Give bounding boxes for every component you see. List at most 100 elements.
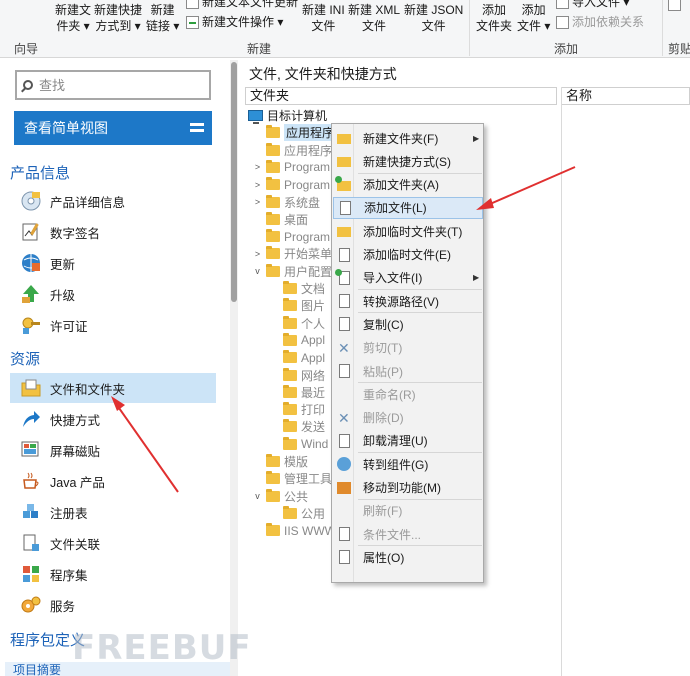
simple-view-button[interactable]: 查看简单视图 — [14, 111, 212, 145]
sidebar-item-assemblies[interactable]: 程序集 — [10, 559, 216, 589]
tree-row[interactable]: 网络 — [270, 367, 325, 384]
tree-row[interactable]: 管理工具 — [253, 470, 332, 487]
menu-item[interactable]: 属性(O) — [333, 546, 483, 568]
search-box[interactable] — [15, 70, 211, 100]
tree-row[interactable]: 打印 — [270, 401, 325, 418]
sidebar-item-license[interactable]: 许可证 — [10, 310, 216, 340]
tree-row[interactable]: 应用程序 — [253, 142, 332, 159]
sidebar-item-shortcuts[interactable]: 快捷方式 — [10, 404, 216, 434]
tree-row[interactable]: 个人 — [270, 315, 325, 332]
menu-item[interactable]: 转到组件(G) — [333, 453, 483, 475]
new-link-button[interactable]: 新建 链接 ▾ — [146, 2, 179, 34]
new-folder-button[interactable]: 新建文 件夹 ▾ — [55, 2, 91, 34]
search-input[interactable] — [39, 77, 189, 93]
folder-column-header[interactable]: 文件夹 — [245, 87, 557, 105]
tree-row[interactable]: Program — [253, 228, 330, 245]
add-folder-button[interactable]: 添加 文件夹 — [476, 2, 512, 34]
folder-icon-part — [337, 134, 351, 144]
tree-row-label: Appl — [301, 333, 326, 348]
new-shortcut-button[interactable]: 新建快捷 方式到 ▾ — [94, 2, 142, 34]
add-file-button[interactable]: 添加 文件 ▾ — [517, 2, 550, 34]
add-dependency-button[interactable]: 添加依赖关系 — [556, 14, 644, 30]
tree-row[interactable]: 文档 — [270, 280, 325, 297]
expand-chevron-icon[interactable]: > — [253, 197, 262, 207]
menu-item[interactable]: 导入文件(I) ▶ — [333, 267, 483, 289]
tree-row[interactable]: 图片 — [270, 297, 325, 314]
expand-chevron-icon[interactable]: > — [253, 249, 262, 259]
sidebar-item-product-details[interactable]: 产品详细信息 — [10, 186, 216, 216]
tree-row[interactable]: > Program — [253, 176, 330, 193]
folder-icon — [266, 194, 280, 208]
tree-row[interactable]: > 开始菜单 — [253, 245, 332, 262]
tree-row[interactable]: 最近 — [270, 384, 325, 401]
sidebar-item-upgrades[interactable]: 升级 — [10, 279, 216, 309]
file-icon — [335, 246, 353, 264]
tree-row[interactable]: 发送 — [270, 418, 325, 435]
menu-item[interactable]: 添加文件(L) — [333, 196, 483, 219]
collapse-chevron-icon[interactable]: v — [253, 491, 262, 501]
clipboard-icon-group[interactable] — [668, 0, 681, 11]
menu-item-label: 条件文件... — [363, 527, 422, 542]
menu-item[interactable]: ✕ 剪切(T) — [333, 337, 483, 359]
tree-row[interactable]: Wind — [270, 436, 328, 453]
tree-row-label: 公用 — [301, 506, 326, 521]
menu-item[interactable]: 添加临时文件(E) — [333, 244, 483, 266]
menu-item[interactable]: 添加文件夹(A) — [333, 174, 483, 196]
menu-item[interactable]: 添加临时文件夹(T) — [333, 220, 483, 242]
tree-row[interactable]: > Program — [253, 159, 330, 176]
folder-icon — [21, 379, 41, 397]
file-icon-part — [339, 364, 350, 378]
ribbon-group-add: 添加 — [554, 42, 579, 56]
tree-row[interactable]: 目标计算机 — [248, 107, 327, 124]
sidebar-item-services[interactable]: 服务 — [10, 590, 216, 620]
sidebar-item-digital-signature[interactable]: 数字签名 — [10, 217, 216, 247]
watermark: FREEBUF — [72, 628, 252, 668]
menu-item[interactable]: 重命名(R) — [333, 383, 483, 405]
menu-item[interactable]: 粘贴(P) — [333, 360, 483, 382]
menu-item[interactable]: 新建快捷方式(S) — [333, 150, 483, 172]
new-file-operation-button[interactable]: 新建文件操作 ▾ — [186, 14, 283, 30]
name-column-header[interactable]: 名称 — [562, 87, 690, 105]
tree-row[interactable]: v 公共 — [253, 488, 308, 505]
tree-row[interactable]: > 系统盘 — [253, 194, 320, 211]
menu-item[interactable]: ✕ 删除(D) — [333, 407, 483, 429]
sidebar-item-file-associations[interactable]: 文件关联 — [10, 528, 216, 558]
folder-icon — [335, 152, 353, 170]
sidebar-item-java-products[interactable]: Java 产品 — [10, 466, 216, 496]
dependency-icon — [556, 15, 569, 29]
menu-item[interactable]: 卸载清理(U) — [333, 430, 483, 452]
menu-item[interactable]: 刷新(F) — [333, 500, 483, 522]
menu-item[interactable]: 新建文件夹(F) ▶ — [333, 127, 483, 149]
tree-row[interactable]: 桌面 — [253, 211, 308, 228]
tree-row[interactable]: Appl — [270, 349, 325, 366]
sidebar-item-screen-tiles[interactable]: 屏幕磁贴 — [10, 435, 216, 465]
tree-row[interactable]: Appl — [270, 332, 325, 349]
tree-row[interactable]: v 用户配置 — [253, 263, 332, 280]
menu-item[interactable]: 移动到功能(M) — [333, 477, 483, 499]
sidebar-item-updates[interactable]: 更新 — [10, 248, 216, 278]
expand-chevron-icon[interactable]: > — [253, 162, 262, 172]
new-xml-file-button[interactable]: 新建 XML 文件 — [348, 2, 400, 34]
sidebar-item-registry[interactable]: 注册表 — [10, 497, 216, 527]
menu-item[interactable]: 转换源路径(V) — [333, 290, 483, 312]
sidebar-item-files-and-folders[interactable]: 文件和文件夹 — [10, 373, 216, 403]
disc-icon — [21, 191, 41, 211]
folder-icon — [266, 263, 280, 277]
tree-row-label: IIS WWW — [284, 523, 336, 538]
tree-row[interactable]: 模版 — [253, 453, 308, 470]
new-ini-file-button[interactable]: 新建 INI 文件 — [302, 2, 345, 34]
menu-item[interactable]: 复制(C) — [333, 313, 483, 335]
import-file-icon-part — [335, 268, 342, 276]
tree-row-label: 最近 — [301, 385, 326, 400]
tree-row[interactable]: 应用程序 — [253, 124, 337, 142]
sidebar-scrollbar-thumb[interactable] — [231, 62, 237, 302]
new-json-file-button[interactable]: 新建 JSON 文件 — [404, 2, 463, 34]
menu-item[interactable]: 条件文件... — [333, 523, 483, 545]
tree-row[interactable]: 公用 — [270, 505, 325, 522]
import-file-button[interactable]: 导入文件 ▾ — [556, 0, 629, 10]
tree-row[interactable]: IIS WWW — [253, 522, 336, 539]
menu-item-label: 重命名(R) — [363, 387, 416, 402]
collapse-chevron-icon[interactable]: v — [253, 266, 262, 276]
new-text-file-button[interactable]: 新建文本文件更新 — [186, 0, 298, 10]
expand-chevron-icon[interactable]: > — [253, 180, 262, 190]
